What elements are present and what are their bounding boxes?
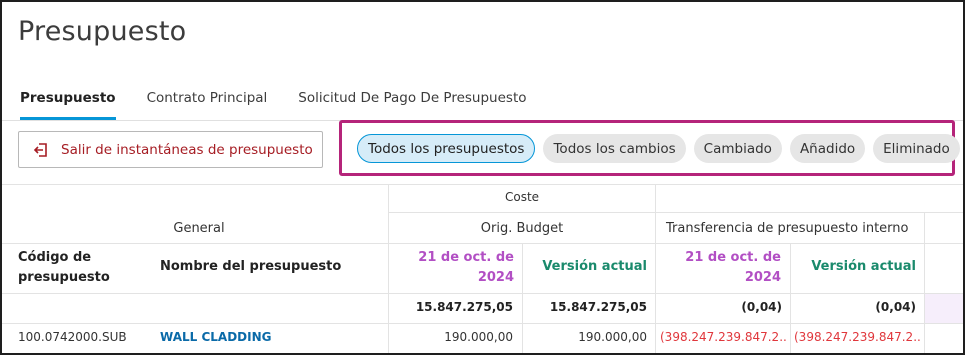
col-header-name[interactable]: Nombre del presupuesto bbox=[160, 259, 341, 274]
tab-bar: Presupuesto Contrato Principal Solicitud… bbox=[20, 88, 558, 120]
row-code: 100.0742000.SUB bbox=[18, 330, 127, 344]
total-transfer-current: (0,04) bbox=[875, 300, 916, 314]
row-name-link[interactable]: WALL CLADDING bbox=[160, 330, 271, 344]
col-header-transfer-current[interactable]: Versión actual bbox=[790, 259, 916, 274]
grid-line bbox=[2, 293, 963, 294]
total-transfer-snapshot: (0,04) bbox=[741, 300, 782, 314]
tab-solicitud-pago[interactable]: Solicitud De Pago De Presupuesto bbox=[298, 88, 526, 120]
app-frame: Presupuesto Presupuesto Contrato Princip… bbox=[0, 0, 965, 355]
row-orig-snapshot: 190.000,00 bbox=[444, 330, 513, 344]
filter-changed[interactable]: Cambiado bbox=[693, 134, 782, 163]
group-header-internal-transfer: Transferencia de presupuesto interno bbox=[666, 221, 909, 236]
exit-snapshot-label: Salir de instantáneas de presupuesto bbox=[61, 141, 313, 158]
tab-contrato-principal[interactable]: Contrato Principal bbox=[147, 88, 268, 120]
total-orig-snapshot: 15.847.275,05 bbox=[415, 300, 513, 314]
grid-line bbox=[2, 184, 963, 185]
col-header-transfer-snapshot-date[interactable]: 21 de oct. de 2024 bbox=[681, 248, 781, 288]
filter-all-budgets[interactable]: Todos los presupuestos bbox=[357, 134, 536, 163]
row-orig-current: 190.000,00 bbox=[578, 330, 647, 344]
grid-line bbox=[924, 213, 925, 353]
col-header-orig-current[interactable]: Versión actual bbox=[522, 259, 647, 274]
row-transfer-snapshot: (398.247.239.847.2... bbox=[660, 330, 788, 344]
col-header-code[interactable]: Código de presupuesto bbox=[18, 248, 118, 288]
exit-snapshot-icon bbox=[33, 142, 49, 158]
group-header-general: General bbox=[173, 221, 225, 236]
group-header-cost: Coste bbox=[504, 190, 540, 204]
group-header-orig-budget: Orig. Budget bbox=[480, 221, 564, 236]
grid-line bbox=[389, 212, 963, 213]
filter-chips: Todos los presupuestos Todos los cambios… bbox=[357, 134, 960, 163]
next-column-fill bbox=[925, 294, 963, 323]
row-transfer-current: (398.247.239.847.2... bbox=[794, 330, 922, 344]
exit-snapshot-button[interactable]: Salir de instantáneas de presupuesto bbox=[18, 131, 323, 168]
budget-table: Coste General Orig. Budget Transferencia… bbox=[2, 184, 963, 353]
total-orig-current: 15.847.275,05 bbox=[549, 300, 647, 314]
grid-line bbox=[2, 243, 963, 244]
filter-deleted[interactable]: Eliminado bbox=[873, 134, 960, 163]
grid-line bbox=[2, 323, 963, 324]
filter-all-changes[interactable]: Todos los cambios bbox=[543, 134, 686, 163]
page-title: Presupuesto bbox=[18, 16, 187, 47]
tab-presupuesto[interactable]: Presupuesto bbox=[20, 88, 116, 120]
filter-added[interactable]: Añadido bbox=[789, 134, 866, 163]
grid-line bbox=[655, 184, 656, 353]
col-header-orig-snapshot-date[interactable]: 21 de oct. de 2024 bbox=[414, 248, 514, 288]
